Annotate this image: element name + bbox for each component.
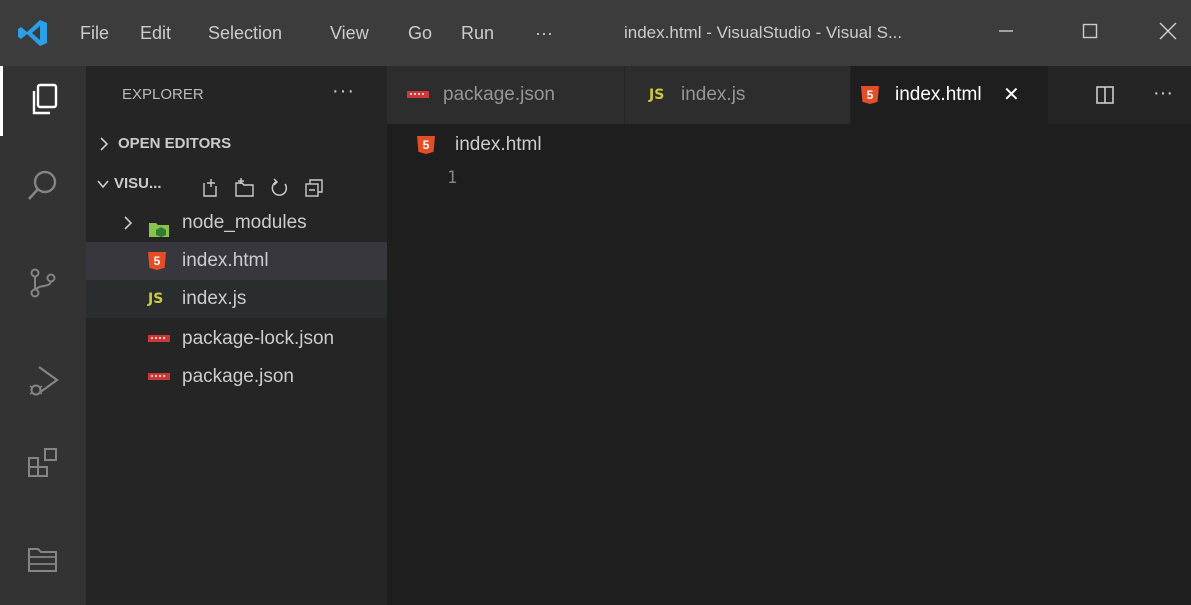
tree-item-label: index.js bbox=[182, 288, 247, 309]
explorer-title: EXPLORER bbox=[122, 86, 204, 103]
js-icon: JS bbox=[649, 87, 665, 103]
tab-label: index.html bbox=[895, 84, 982, 105]
line-number: 1 bbox=[447, 168, 458, 188]
tree-item-label: package.json bbox=[182, 366, 294, 387]
activity-bar bbox=[0, 66, 86, 605]
maximize-button[interactable] bbox=[1060, 0, 1120, 66]
workspace-folder-section[interactable]: VISU... bbox=[86, 164, 387, 204]
run-debug-icon bbox=[25, 363, 61, 404]
activity-search[interactable] bbox=[0, 152, 86, 222]
breadcrumb-label: index.html bbox=[455, 134, 542, 155]
activity-source-control[interactable] bbox=[0, 250, 86, 320]
tab-index-js[interactable]: JS index.js bbox=[625, 66, 851, 124]
editor-area[interactable]: 5 index.html 1 bbox=[387, 124, 1191, 605]
activity-remote-explorer[interactable] bbox=[0, 526, 86, 596]
tab-label: index.js bbox=[681, 84, 746, 105]
tree-item-label: package-lock.json bbox=[182, 328, 335, 349]
tab-label: package.json bbox=[443, 84, 555, 105]
split-editor-icon[interactable] bbox=[1095, 85, 1115, 110]
js-icon: JS bbox=[148, 291, 164, 307]
menu-edit[interactable]: Edit bbox=[140, 0, 171, 66]
editor-more-actions-button[interactable]: ··· bbox=[1153, 66, 1173, 124]
explorer-sidebar: EXPLORER ··· OPEN EDITORS VISU... node_m… bbox=[86, 66, 387, 605]
minimize-icon bbox=[998, 23, 1014, 44]
menu-selection[interactable]: Selection bbox=[208, 0, 282, 66]
tree-item-index-html[interactable]: 5 index.html bbox=[86, 242, 387, 280]
npm-icon bbox=[148, 320, 170, 358]
activity-explorer[interactable] bbox=[0, 66, 86, 136]
close-tab-icon[interactable]: ✕ bbox=[1003, 66, 1020, 124]
tab-package-json[interactable]: package.json bbox=[387, 66, 625, 124]
tree-item-label: node_modules bbox=[182, 212, 307, 233]
search-icon bbox=[26, 168, 60, 207]
menu-view[interactable]: View bbox=[330, 0, 369, 66]
tree-item-label: index.html bbox=[182, 250, 269, 271]
html5-icon: 5 bbox=[417, 130, 435, 160]
activity-extensions[interactable] bbox=[0, 430, 86, 500]
activity-run-debug[interactable] bbox=[0, 348, 86, 418]
close-icon bbox=[1159, 21, 1177, 45]
menu-file[interactable]: File bbox=[80, 0, 109, 66]
vscode-logo-icon bbox=[18, 19, 48, 52]
html5-icon: 5 bbox=[148, 242, 166, 280]
menu-run[interactable]: Run bbox=[461, 0, 494, 66]
open-editors-section[interactable]: OPEN EDITORS bbox=[86, 124, 387, 164]
maximize-icon bbox=[1082, 23, 1098, 44]
remote-explorer-icon bbox=[26, 542, 60, 581]
extensions-icon bbox=[26, 446, 60, 485]
explorer-icon bbox=[28, 82, 62, 121]
workspace-folder-label: VISU... bbox=[114, 175, 162, 192]
source-control-icon bbox=[26, 266, 60, 305]
window-title: index.html - VisualStudio - Visual S... bbox=[624, 23, 903, 42]
tab-index-html[interactable]: 5 index.html ✕ bbox=[851, 66, 1049, 124]
npm-icon bbox=[148, 358, 170, 396]
title-bar: File Edit Selection View Go Run ··· inde… bbox=[0, 0, 1191, 66]
menu-more[interactable]: ··· bbox=[535, 0, 553, 66]
tree-item-index-js[interactable]: JS index.js bbox=[86, 280, 387, 318]
menu-go[interactable]: Go bbox=[408, 0, 432, 66]
close-button[interactable] bbox=[1138, 0, 1191, 66]
tree-item-package-json[interactable]: package.json bbox=[86, 358, 387, 396]
npm-icon bbox=[407, 66, 429, 124]
open-editors-label: OPEN EDITORS bbox=[118, 135, 232, 152]
html5-icon: 5 bbox=[861, 66, 879, 124]
tree-item-node-modules[interactable]: node_modules bbox=[86, 204, 387, 242]
editor-tab-bar: package.json JS index.js 5 index.html ✕ … bbox=[387, 66, 1191, 124]
tree-item-package-lock-json[interactable]: package-lock.json bbox=[86, 320, 387, 358]
explorer-more-button[interactable]: ··· bbox=[332, 66, 355, 124]
minimize-button[interactable] bbox=[976, 0, 1036, 66]
